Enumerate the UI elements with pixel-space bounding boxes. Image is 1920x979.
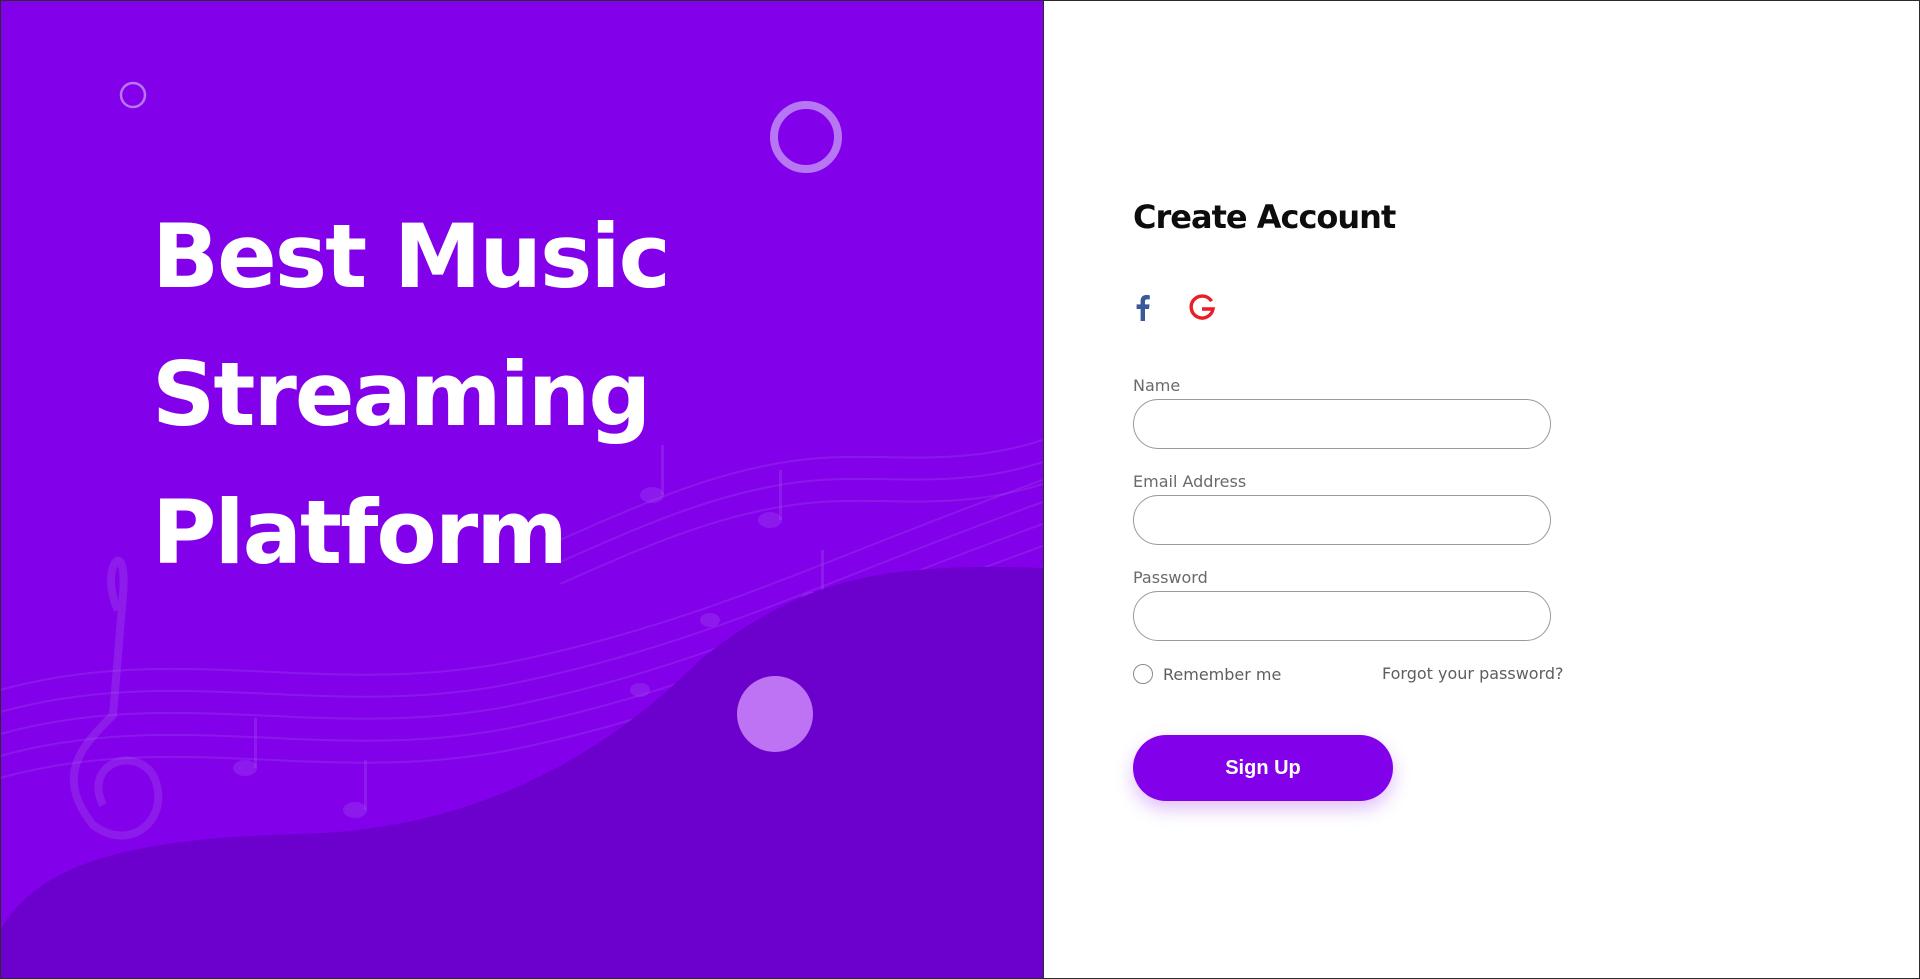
sign-up-button[interactable]: Sign Up [1133,735,1393,801]
google-icon [1189,294,1216,320]
remember-me-option[interactable]: Remember me [1133,664,1281,684]
name-label: Name [1133,376,1181,395]
remember-me-label: Remember me [1163,664,1282,684]
hero-title-line: Platform [152,481,568,584]
hero-title-line: Best Music [152,205,671,308]
email-field[interactable] [1133,495,1551,545]
form-title: Create Account [1133,198,1396,236]
remember-me-checkbox[interactable] [1133,664,1153,684]
password-field[interactable] [1133,591,1551,641]
email-label: Email Address [1133,472,1247,491]
forgot-password-link[interactable]: Forgot your password? [1382,664,1564,683]
large-ring-decoration [770,101,842,173]
facebook-icon [1136,295,1150,321]
password-label: Password [1133,568,1208,587]
hero-title: Best Music Streaming Platform [152,188,671,602]
small-ring-decoration [119,81,147,109]
facebook-login-button[interactable] [1125,290,1161,326]
name-field[interactable] [1133,399,1551,449]
hero-title-line: Streaming [152,343,651,446]
hero-panel: Best Music Streaming Platform [0,0,1043,979]
google-login-button[interactable] [1184,290,1220,326]
filled-circle-decoration [737,676,813,752]
